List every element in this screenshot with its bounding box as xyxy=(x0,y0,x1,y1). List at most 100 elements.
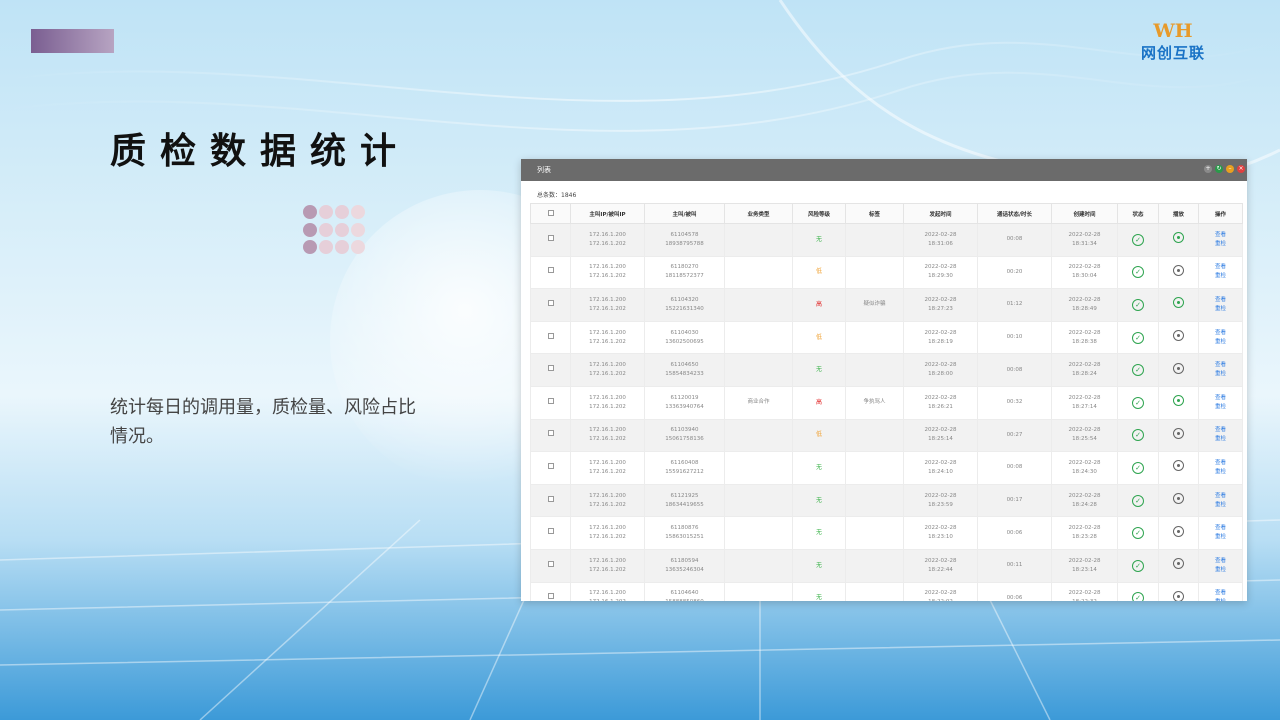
row-select-cell[interactable] xyxy=(530,451,571,485)
recheck-link[interactable]: 重检 xyxy=(1199,272,1242,281)
recheck-link[interactable]: 重检 xyxy=(1199,305,1242,314)
business-type-cell xyxy=(724,483,793,518)
view-link[interactable]: 查看 xyxy=(1199,492,1242,501)
play-cell[interactable] xyxy=(1158,516,1199,550)
refresh-icon[interactable]: ↻ xyxy=(1215,165,1223,173)
view-link[interactable]: 查看 xyxy=(1199,459,1242,468)
row-checkbox[interactable] xyxy=(547,234,554,241)
row-select-cell[interactable] xyxy=(530,581,571,601)
row-checkbox[interactable] xyxy=(547,332,554,339)
table-row[interactable]: 172.16.1.200 172.16.1.202 61103940 15061758… xyxy=(530,418,1243,453)
row-checkbox[interactable] xyxy=(547,593,554,600)
number-cell: 61104650 15854834233 xyxy=(644,353,725,387)
view-link[interactable]: 查看 xyxy=(1199,589,1242,598)
recheck-link[interactable]: 重检 xyxy=(1199,501,1242,510)
row-select-cell[interactable] xyxy=(530,483,571,518)
view-link[interactable]: 查看 xyxy=(1199,361,1242,370)
row-select-cell[interactable] xyxy=(530,255,571,290)
recheck-link[interactable]: 重检 xyxy=(1199,435,1242,444)
table-row[interactable]: 172.16.1.200 172.16.1.202 61120019 13363940… xyxy=(530,385,1243,420)
close-icon[interactable]: × xyxy=(1237,165,1245,173)
view-link[interactable]: 查看 xyxy=(1199,394,1242,403)
row-select-cell[interactable] xyxy=(530,353,571,387)
table-row[interactable]: 172.16.1.200 172.16.1.202 61104650 15854834… xyxy=(530,353,1243,387)
play-cell[interactable] xyxy=(1158,581,1199,601)
row-checkbox[interactable] xyxy=(547,299,554,306)
play-record-icon[interactable] xyxy=(1173,427,1184,439)
table-header-row: 主叫IP/被叫IP 主叫/被叫 业务类型 风险等级 标签 发起时间 通话状态/时… xyxy=(530,203,1243,224)
row-checkbox[interactable] xyxy=(547,560,554,567)
row-checkbox[interactable] xyxy=(547,397,554,404)
number-cell: 61160408 15591627212 xyxy=(644,451,725,485)
table-row[interactable]: 172.16.1.200 172.16.1.202 61180594 13635246… xyxy=(530,548,1243,583)
play-cell[interactable] xyxy=(1158,483,1199,518)
play-record-icon[interactable] xyxy=(1173,590,1184,601)
created-time-cell: 2022-02-28 18:30:04 xyxy=(1051,255,1118,290)
recheck-link[interactable]: 重检 xyxy=(1199,533,1242,542)
slide-description: 统计每日的调用量，质检量、风险占比情况。 xyxy=(110,397,416,447)
view-link[interactable]: 查看 xyxy=(1199,231,1242,240)
add-icon[interactable]: + xyxy=(1204,165,1212,173)
logo-mark: WH xyxy=(1153,20,1193,42)
view-link[interactable]: 查看 xyxy=(1199,426,1242,435)
recheck-link[interactable]: 重检 xyxy=(1199,240,1242,249)
recheck-link[interactable]: 重检 xyxy=(1199,338,1242,347)
row-select-cell[interactable] xyxy=(530,548,571,583)
row-checkbox[interactable] xyxy=(547,430,554,437)
recheck-link[interactable]: 重检 xyxy=(1199,468,1242,477)
number-cell-line2: 13363940764 xyxy=(665,403,704,410)
row-select-cell[interactable] xyxy=(530,223,571,257)
view-link[interactable]: 查看 xyxy=(1199,296,1242,305)
play-record-icon[interactable] xyxy=(1173,525,1184,537)
play-cell[interactable] xyxy=(1158,320,1199,355)
play-record-icon[interactable] xyxy=(1173,330,1184,342)
play-record-icon[interactable] xyxy=(1173,264,1184,276)
play-record-icon[interactable] xyxy=(1173,232,1184,244)
recheck-link[interactable]: 重检 xyxy=(1199,370,1242,379)
play-cell[interactable] xyxy=(1158,548,1199,583)
row-checkbox[interactable] xyxy=(547,528,554,535)
play-record-icon[interactable] xyxy=(1173,460,1184,472)
play-record-icon[interactable] xyxy=(1173,362,1184,374)
row-checkbox[interactable] xyxy=(547,267,554,274)
recheck-link[interactable]: 重检 xyxy=(1199,598,1242,601)
play-cell[interactable] xyxy=(1158,451,1199,485)
view-link[interactable]: 查看 xyxy=(1199,263,1242,272)
row-checkbox[interactable] xyxy=(547,365,554,372)
table-row[interactable]: 172.16.1.200 172.16.1.202 61104320 15221631… xyxy=(530,288,1243,322)
play-cell[interactable] xyxy=(1158,288,1199,322)
recheck-link[interactable]: 重检 xyxy=(1199,566,1242,575)
table-row[interactable]: 172.16.1.200 172.16.1.202 61121925 18634419… xyxy=(530,483,1243,518)
select-all-checkbox[interactable] xyxy=(547,209,554,216)
select-all-header[interactable] xyxy=(530,203,571,224)
play-record-icon[interactable] xyxy=(1173,493,1184,505)
row-checkbox[interactable] xyxy=(547,495,554,502)
row-checkbox[interactable] xyxy=(547,462,554,469)
view-link[interactable]: 查看 xyxy=(1199,557,1242,566)
play-cell[interactable] xyxy=(1158,223,1199,257)
table-row[interactable]: 172.16.1.200 172.16.1.202 61180876 15863015… xyxy=(530,516,1243,550)
row-select-cell[interactable] xyxy=(530,288,571,322)
play-cell[interactable] xyxy=(1158,418,1199,453)
row-select-cell[interactable] xyxy=(530,385,571,420)
ip-cell: 172.16.1.200 172.16.1.202 xyxy=(570,353,645,387)
minimize-icon[interactable]: – xyxy=(1226,165,1234,173)
table-row[interactable]: 172.16.1.200 172.16.1.202 61104578 18938795… xyxy=(530,223,1243,257)
play-cell[interactable] xyxy=(1158,385,1199,420)
table-row[interactable]: 172.16.1.200 172.16.1.202 61104030 13602500… xyxy=(530,320,1243,355)
play-cell[interactable] xyxy=(1158,353,1199,387)
play-record-icon[interactable] xyxy=(1173,558,1184,570)
view-link[interactable]: 查看 xyxy=(1199,524,1242,533)
play-record-icon[interactable] xyxy=(1173,395,1184,407)
recheck-link[interactable]: 重检 xyxy=(1199,403,1242,412)
table-row[interactable]: 172.16.1.200 172.16.1.202 61104640 15888850… xyxy=(530,581,1243,601)
row-select-cell[interactable] xyxy=(530,418,571,453)
row-select-cell[interactable] xyxy=(530,320,571,355)
view-link[interactable]: 查看 xyxy=(1199,329,1242,338)
play-cell[interactable] xyxy=(1158,255,1199,290)
table-row[interactable]: 172.16.1.200 172.16.1.202 61180270 18118572… xyxy=(530,255,1243,290)
play-record-icon[interactable] xyxy=(1173,297,1184,309)
table-row[interactable]: 172.16.1.200 172.16.1.202 61160408 15591627… xyxy=(530,451,1243,485)
row-select-cell[interactable] xyxy=(530,516,571,550)
column-header: 业务类型 xyxy=(724,203,793,224)
